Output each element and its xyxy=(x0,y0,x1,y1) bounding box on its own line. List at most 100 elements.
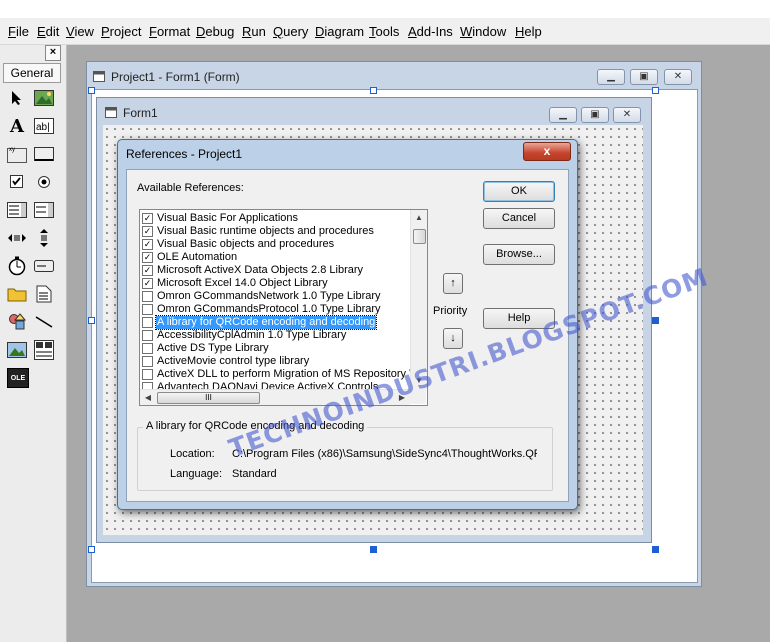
reference-item[interactable]: ActiveMovie control type library xyxy=(142,355,410,368)
reference-item[interactable]: ✓ Microsoft ActiveX Data Objects 2.8 Libr… xyxy=(142,264,410,277)
reference-item-label: Visual Basic runtime objects and procedu… xyxy=(157,225,374,237)
pointer-tool-icon[interactable] xyxy=(7,88,27,108)
reference-item[interactable]: AccessibilityCplAdmin 1.0 Type Library xyxy=(142,329,410,342)
reference-checkbox[interactable]: ✓ xyxy=(142,239,153,250)
reference-item[interactable]: ✓ Microsoft Excel 14.0 Object Library xyxy=(142,277,410,290)
reference-checkbox[interactable]: ✓ xyxy=(142,226,153,237)
reference-checkbox[interactable]: ✓ xyxy=(142,213,153,224)
menu-window[interactable]: Window xyxy=(460,24,506,39)
reference-checkbox[interactable]: ✓ xyxy=(142,252,153,263)
resize-handle[interactable] xyxy=(370,87,377,94)
designer-minimize-button[interactable]: ▁ xyxy=(597,69,625,85)
form1-close-button[interactable]: ✕ xyxy=(613,107,641,123)
image-tool-icon[interactable] xyxy=(7,340,27,360)
scrollbar-thumb[interactable] xyxy=(413,229,426,244)
menu-tools[interactable]: Tools xyxy=(369,24,399,39)
priority-up-button[interactable]: ↑ xyxy=(443,273,463,294)
designer-maximize-button[interactable]: ▣ xyxy=(630,69,658,85)
resize-handle[interactable] xyxy=(652,317,659,324)
resize-handle[interactable] xyxy=(88,87,95,94)
ok-button[interactable]: OK xyxy=(483,181,555,202)
reference-item-label: ActiveMovie control type library xyxy=(157,355,310,367)
hscrollbar-tool-icon[interactable] xyxy=(7,228,27,248)
menu-diagram[interactable]: Diagram xyxy=(315,24,364,39)
reference-checkbox[interactable] xyxy=(142,317,153,328)
menu-run[interactable]: Run xyxy=(242,24,266,39)
shape-tool-icon[interactable] xyxy=(7,312,27,332)
menu-query[interactable]: Query xyxy=(273,24,308,39)
form1-minimize-button[interactable]: ▁ xyxy=(549,107,577,123)
optionbutton-tool-icon[interactable] xyxy=(34,172,54,192)
frame-tool-icon[interactable]: xy xyxy=(7,144,27,164)
reference-checkbox[interactable] xyxy=(142,343,153,354)
checkbox-tool-icon[interactable] xyxy=(7,172,27,192)
form1-title: Form1 xyxy=(123,106,158,120)
dialog-close-button[interactable]: x xyxy=(523,142,571,161)
commandbutton-tool-icon[interactable] xyxy=(34,144,54,164)
picturebox-tool-icon[interactable] xyxy=(34,88,54,108)
reference-item[interactable]: ✓ Visual Basic For Applications xyxy=(142,212,410,225)
menu-project[interactable]: Project xyxy=(101,24,141,39)
ole-tool-icon[interactable]: OLE xyxy=(7,368,29,388)
form1-maximize-button[interactable]: ▣ xyxy=(581,107,609,123)
menu-file[interactable]: File xyxy=(8,24,29,39)
resize-handle[interactable] xyxy=(88,546,95,553)
reference-checkbox[interactable]: ✓ xyxy=(142,265,153,276)
reference-checkbox[interactable]: ✓ xyxy=(142,278,153,289)
reference-item-label: Microsoft Excel 14.0 Object Library xyxy=(157,277,328,289)
location-label: Location: xyxy=(170,448,215,460)
scroll-up-icon[interactable]: ▲ xyxy=(411,210,427,226)
references-dialog-title: References - Project1 xyxy=(126,147,243,161)
menu-edit[interactable]: Edit xyxy=(37,24,59,39)
menu-view[interactable]: View xyxy=(66,24,94,39)
line-tool-icon[interactable] xyxy=(34,312,54,332)
priority-down-button[interactable]: ↓ xyxy=(443,328,463,349)
reference-checkbox[interactable] xyxy=(142,369,153,380)
menu-add-ins[interactable]: Add-Ins xyxy=(408,24,453,39)
toolbox-close-button[interactable]: × xyxy=(45,45,61,61)
resize-handle[interactable] xyxy=(88,317,95,324)
reference-checkbox[interactable] xyxy=(142,304,153,315)
reference-item-label: Microsoft ActiveX Data Objects 2.8 Libra… xyxy=(157,264,364,276)
filelistbox-tool-icon[interactable] xyxy=(34,284,54,304)
menu-debug[interactable]: Debug xyxy=(196,24,234,39)
drivelistbox-tool-icon[interactable] xyxy=(34,256,54,276)
dirlistbox-tool-icon[interactable] xyxy=(7,284,27,304)
toolbox-tab-general[interactable]: General xyxy=(3,63,61,83)
reference-item-label: Visual Basic objects and procedures xyxy=(157,238,335,250)
available-references-label: Available References: xyxy=(137,182,244,194)
reference-item[interactable]: ActiveX DLL to perform Migration of MS R… xyxy=(142,368,423,381)
vscrollbar-tool-icon[interactable] xyxy=(34,228,54,248)
resize-handle[interactable] xyxy=(370,546,377,553)
listbox-tool-icon[interactable] xyxy=(34,200,54,220)
reference-item[interactable]: A library for QRCode encoding and decodi… xyxy=(142,315,410,330)
label-tool-icon[interactable]: A xyxy=(7,116,27,137)
reference-item[interactable]: Active DS Type Library xyxy=(142,342,410,355)
reference-item[interactable]: ✓ Visual Basic objects and procedures xyxy=(142,238,410,251)
location-value: C:\Program Files (x86)\Samsung\SideSync4… xyxy=(232,448,537,460)
reference-item[interactable]: Omron GCommandsNetwork 1.0 Type Library xyxy=(142,290,410,303)
cancel-button[interactable]: Cancel xyxy=(483,208,555,229)
references-dialog: References - Project1 x Available Refere… xyxy=(117,139,578,510)
menu-format[interactable]: Format xyxy=(149,24,190,39)
scrollbar-thumb[interactable]: III xyxy=(157,392,260,404)
scroll-left-icon[interactable]: ◀ xyxy=(140,390,156,405)
menu-help[interactable]: Help xyxy=(515,24,542,39)
combobox-tool-icon[interactable] xyxy=(7,200,27,220)
toolbox-panel: × General A ab| xy OLE xyxy=(0,45,67,642)
reference-checkbox[interactable] xyxy=(142,356,153,367)
resize-handle[interactable] xyxy=(652,87,659,94)
data-tool-icon[interactable] xyxy=(34,340,54,360)
designer-close-button[interactable]: ✕ xyxy=(664,69,692,85)
reference-item[interactable]: Omron GCommandsProtocol 1.0 Type Library xyxy=(142,303,410,316)
reference-item-label: Omron GCommandsNetwork 1.0 Type Library xyxy=(157,290,381,302)
reference-checkbox[interactable] xyxy=(142,291,153,302)
reference-item[interactable]: ✓ OLE Automation xyxy=(142,251,410,264)
browse-button[interactable]: Browse... xyxy=(483,244,555,265)
textbox-tool-icon[interactable]: ab| xyxy=(34,116,54,136)
reference-item-label: A library for QRCode encoding and decodi… xyxy=(154,315,378,330)
reference-item[interactable]: ✓ Visual Basic runtime objects and proced… xyxy=(142,225,410,238)
resize-handle[interactable] xyxy=(652,546,659,553)
reference-checkbox[interactable] xyxy=(142,330,153,341)
timer-tool-icon[interactable] xyxy=(7,256,27,276)
